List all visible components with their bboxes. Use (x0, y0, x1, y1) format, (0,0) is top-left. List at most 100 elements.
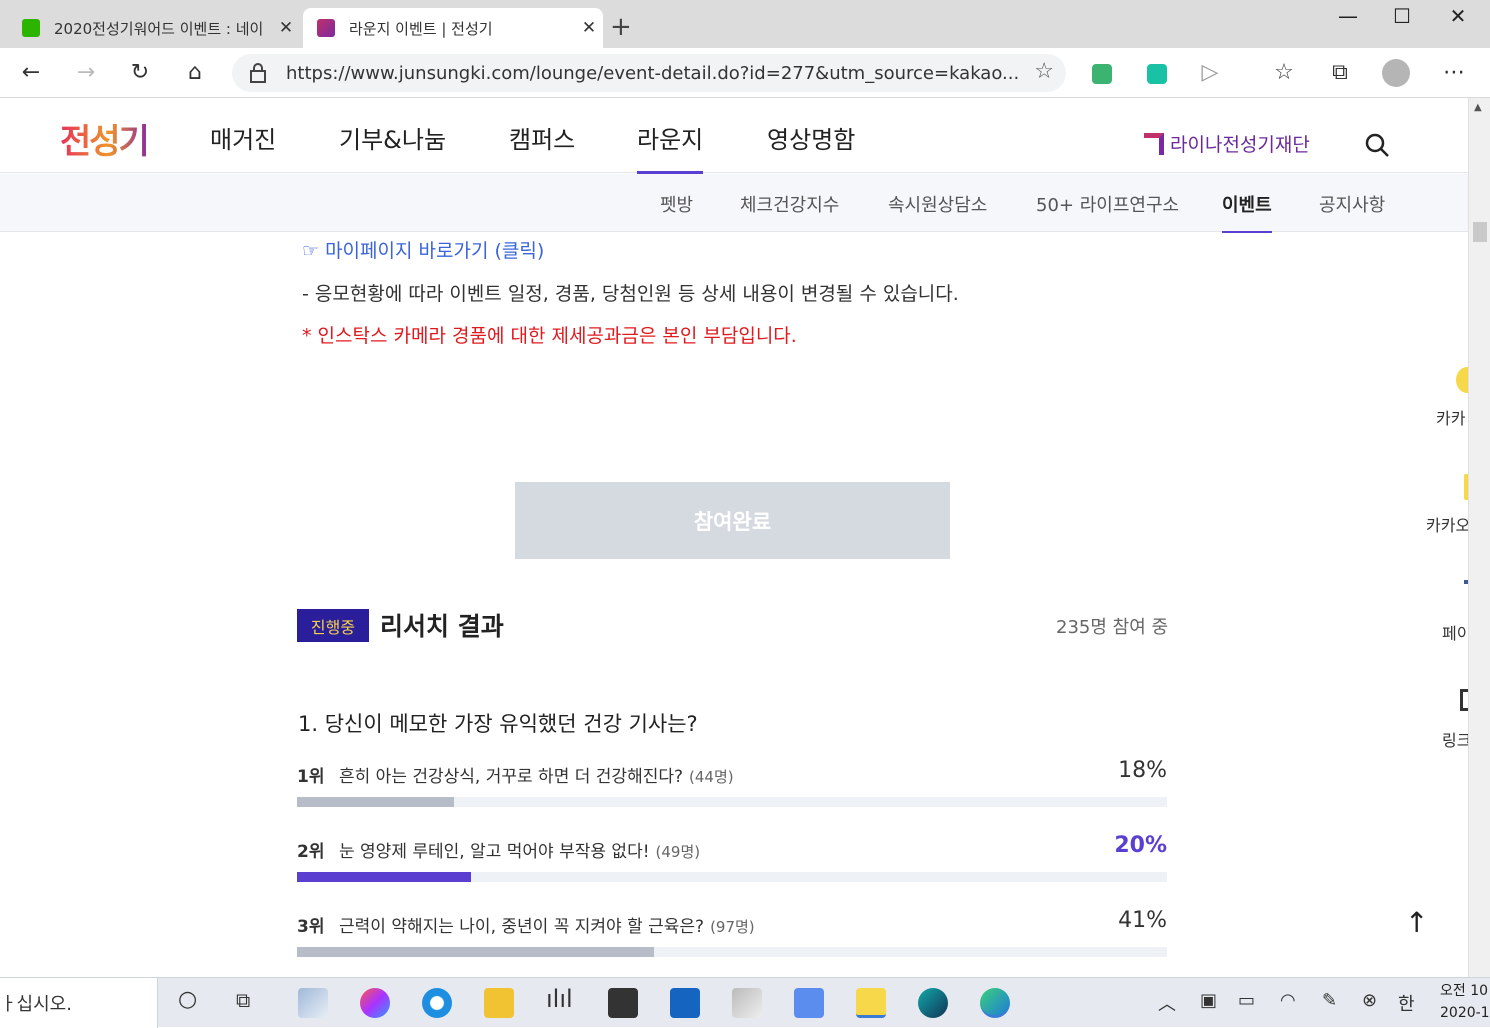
result-bar-track (297, 872, 1167, 882)
subnav-life-lab[interactable]: 50+ 라이프연구소 (1036, 191, 1179, 217)
scanner-app-icon[interactable] (732, 988, 762, 1018)
extension-icon[interactable] (1092, 64, 1112, 84)
search-icon[interactable] (1364, 132, 1390, 158)
gnb-campus[interactable]: 캠퍼스 (509, 120, 575, 155)
file-explorer-icon[interactable] (484, 988, 514, 1018)
n-app-icon[interactable] (670, 988, 700, 1018)
home-icon[interactable]: ⌂ (177, 56, 213, 90)
minimize-icon[interactable]: — (1320, 4, 1376, 28)
share-label: 링크 (1442, 731, 1468, 750)
pen-icon[interactable]: ✎ (1322, 990, 1337, 1011)
participation-complete-button[interactable]: 참여완료 (515, 482, 950, 559)
browser-tab-naver[interactable]: 2020전성기워어드 이벤트 : 네이 ✕ (8, 8, 300, 48)
favorite-star-icon[interactable]: ☆ (1034, 59, 1054, 84)
collections-icon[interactable]: ⧉ (1322, 56, 1358, 90)
result-label: 눈 영양제 루테인, 알고 먹어야 부작용 없다! (49명) (339, 842, 701, 862)
site-header: 전성기 매거진 기부&나눔 캠퍼스 라운지 영상명함 라이나전성기재단 (0, 98, 1468, 176)
share-kakaotalk[interactable]: 카카 (1436, 367, 1468, 429)
subnav-notice[interactable]: 공지사항 (1319, 191, 1385, 217)
url-text: https://www.junsungki.com/lounge/event-d… (286, 63, 1020, 84)
share-label: 카카오 (1426, 516, 1468, 535)
mypage-link[interactable]: ☞ 마이페이지 바로가기 (클릭) (302, 236, 544, 263)
subnav-event[interactable]: 이벤트 (1222, 191, 1272, 233)
taskbar-clock[interactable]: 오전 10 2020-12 (1440, 980, 1490, 1024)
scrollbar-thumb[interactable] (1473, 222, 1487, 242)
gnb-donation[interactable]: 기부&나눔 (339, 120, 446, 155)
subnav-health-index[interactable]: 체크건강지수 (740, 191, 839, 217)
foundation-link[interactable]: 라이나전성기재단 (1144, 130, 1310, 157)
gnb-magazine[interactable]: 매거진 (210, 120, 276, 155)
result-bar-fill (297, 947, 654, 957)
gnb-video-card[interactable]: 영상명함 (767, 120, 855, 155)
mute-icon[interactable]: ⊗ (1362, 990, 1377, 1011)
new-tab-icon[interactable]: + (610, 12, 632, 42)
subnav-counseling[interactable]: 속시원상담소 (888, 191, 987, 217)
result-count: (49명) (655, 843, 701, 861)
play-icon[interactable]: ▷ (1192, 56, 1228, 90)
windows-taskbar: ㅏ십시오. ○ ⧉ ılıl ︿ ▣ ▭ ◠ ✎ ⊗ 한 오전 10 2020-… (0, 977, 1490, 1028)
more-menu-icon[interactable]: ⋯ (1436, 56, 1472, 90)
kakaotalk-taskbar-icon[interactable] (856, 988, 886, 1018)
browser-toolbar: ← → ↻ ⌂ https://www.junsungki.com/lounge… (0, 48, 1490, 98)
result-bar-fill (297, 797, 454, 807)
site-logo[interactable]: 전성기 (60, 114, 150, 163)
profile-avatar[interactable] (1382, 59, 1410, 87)
color-app-icon[interactable] (360, 988, 390, 1018)
result-row: 1위 흔히 아는 건강상식, 거꾸로 하면 더 건강해진다? (44명) 18% (297, 758, 1167, 812)
favorites-icon[interactable]: ☆ (1266, 56, 1302, 90)
survey-question: 1. 당신이 메모한 가장 유익했던 건강 기사는? (298, 712, 698, 736)
extension-icon[interactable] (1147, 64, 1167, 84)
gnb-lounge[interactable]: 라운지 (637, 120, 704, 176)
participant-count: 235명 참여 중 (1056, 617, 1169, 638)
back-arrow-icon[interactable]: ← (13, 56, 49, 90)
kakaotalk-icon (1456, 367, 1468, 393)
address-bar[interactable]: https://www.junsungki.com/lounge/event-d… (232, 54, 1066, 92)
event-content: ☞ 마이페이지 바로가기 (클릭) - 응모현황에 따라 이벤트 일정, 경품,… (0, 233, 1468, 977)
clock-date: 2020-12 (1440, 1005, 1490, 1021)
maximize-icon[interactable]: ☐ (1374, 4, 1430, 28)
share-label: 페이 (1442, 624, 1468, 643)
scroll-top-arrow-icon[interactable]: ↑ (1405, 906, 1428, 939)
tray-chevron-up-icon[interactable]: ︿ (1158, 990, 1176, 1016)
app-taskbar-icon[interactable] (918, 988, 948, 1018)
result-label: 흔히 아는 건강상식, 거꾸로 하면 더 건강해진다? (44명) (339, 767, 734, 787)
wifi-icon[interactable]: ◠ (1280, 990, 1296, 1011)
result-row: 3위 근력이 약해지는 나이, 중년이 꼭 지켜야 할 근육은? (97명) 41… (297, 908, 1167, 962)
foundation-label: 라이나전성기재단 (1170, 134, 1310, 156)
forward-arrow-icon[interactable]: → (68, 56, 104, 90)
share-facebook[interactable]: 페이 (1442, 580, 1468, 644)
voice-recorder-icon[interactable]: ılıl (546, 985, 573, 1013)
share-link[interactable]: 링크 (1442, 689, 1468, 751)
subnav-pet[interactable]: 펫방 (660, 191, 693, 217)
result-percent: 20% (1114, 833, 1167, 858)
task-view-icon[interactable]: ⧉ (236, 988, 250, 1012)
lock-icon (250, 63, 266, 83)
cortana-icon[interactable]: ○ (178, 987, 197, 1012)
scroll-up-icon[interactable]: ▲ (1474, 102, 1482, 113)
link-icon (1460, 689, 1468, 711)
close-tab-icon[interactable]: ✕ (575, 18, 603, 38)
browser-tab-lounge-event[interactable]: 라운지 이벤트 | 전성기 ✕ (303, 8, 603, 48)
result-bar-fill (297, 872, 471, 882)
result-count: (44명) (689, 768, 734, 786)
tray-meet-icon[interactable]: ▣ (1200, 990, 1217, 1011)
close-window-icon[interactable]: ✕ (1430, 4, 1486, 28)
result-rank: 1위 (297, 767, 325, 787)
result-rank: 2위 (297, 842, 325, 862)
result-count: (97명) (710, 918, 755, 936)
tab-title: 라운지 이벤트 | 전성기 (349, 19, 493, 38)
edge-browser-icon[interactable] (980, 988, 1010, 1018)
tax-warning: * 인스탁스 카메라 경품에 대한 제세공과금은 본인 부담입니다. (302, 325, 797, 347)
share-kakaostory[interactable]: 카카오 (1426, 474, 1468, 536)
internet-explorer-icon[interactable] (422, 988, 452, 1018)
browser-tab-bar: 2020전성기워어드 이벤트 : 네이 ✕ 라운지 이벤트 | 전성기 ✕ + … (0, 0, 1490, 48)
refresh-icon[interactable]: ↻ (122, 56, 158, 90)
notes-app-icon[interactable] (298, 988, 328, 1018)
settings-app-icon[interactable] (794, 988, 824, 1018)
close-tab-icon[interactable]: ✕ (272, 18, 300, 38)
ime-indicator[interactable]: 한 (1398, 990, 1415, 1016)
page-scrollbar[interactable]: ▲ (1468, 98, 1490, 977)
store-icon[interactable] (608, 988, 638, 1018)
battery-icon[interactable]: ▭ (1238, 990, 1255, 1011)
taskbar-search-box[interactable]: ㅏ십시오. (0, 978, 158, 1028)
